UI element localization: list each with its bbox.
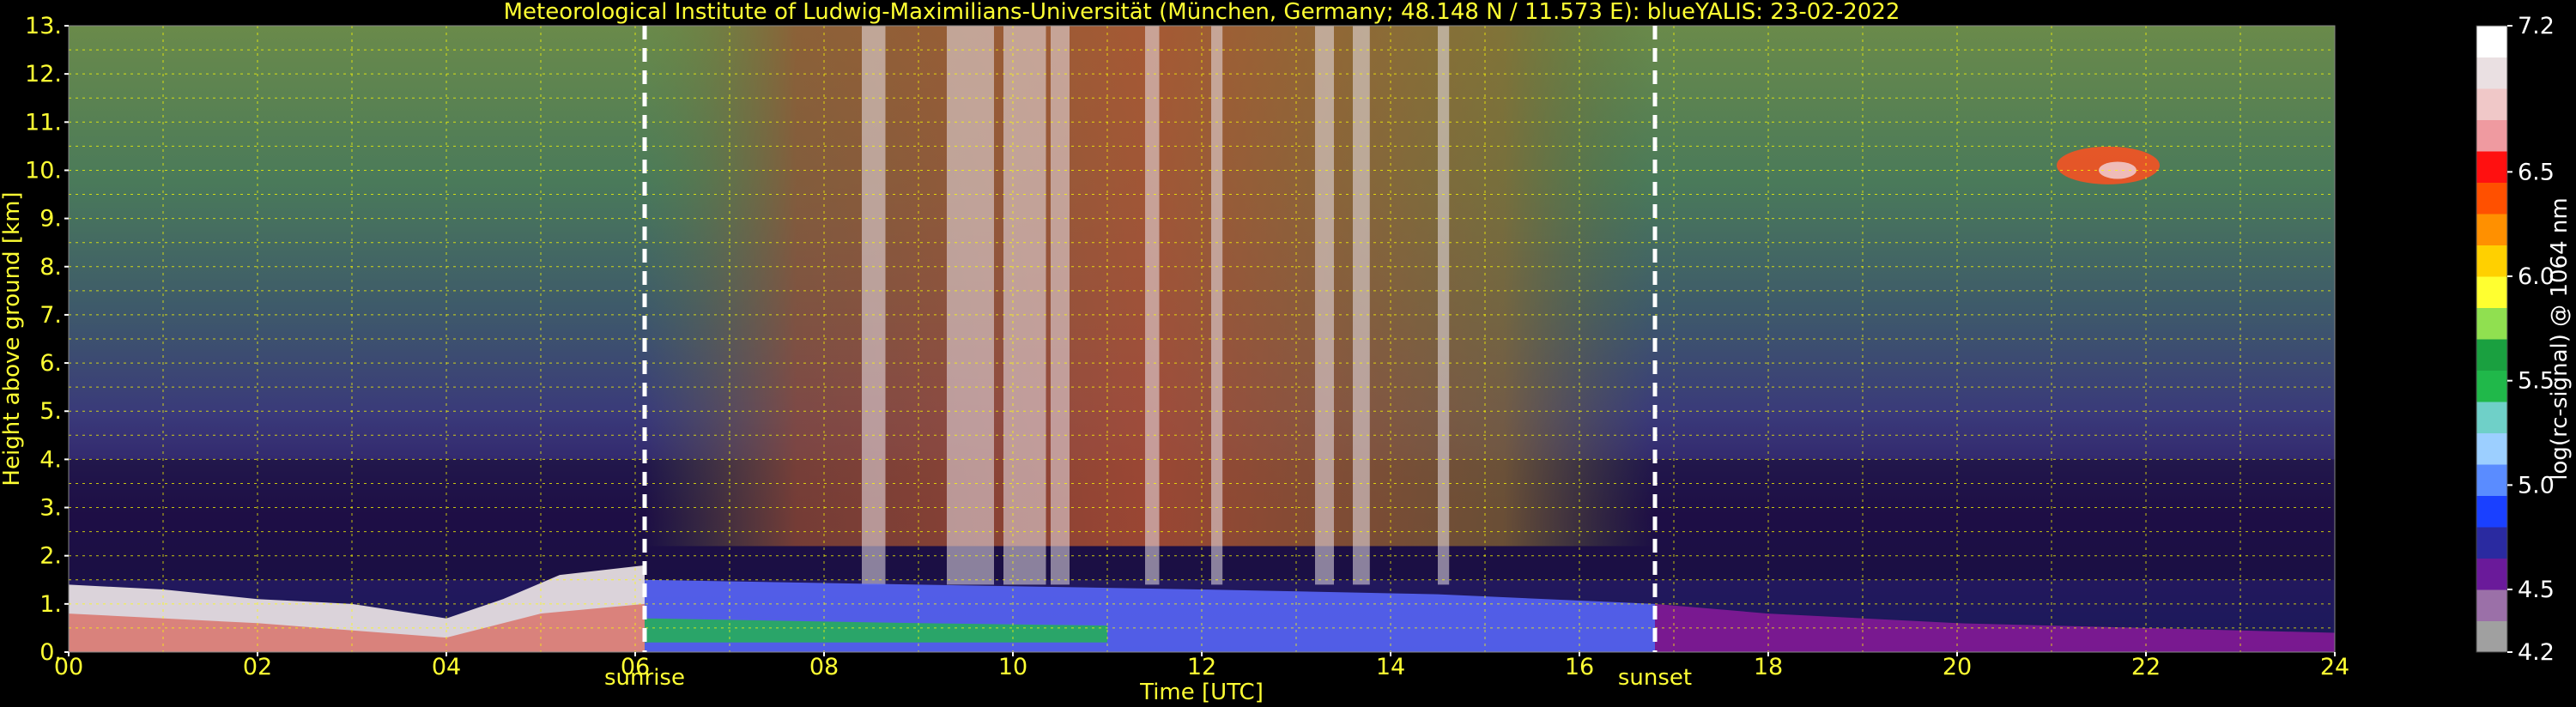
- x-tick-label: 20: [1943, 654, 1972, 680]
- y-tick-label: 3.: [39, 495, 62, 522]
- noise-streak: [1353, 26, 1370, 585]
- x-tick-label: 00: [54, 654, 83, 680]
- colorbar-segment: [2476, 245, 2507, 277]
- noise-streak: [947, 26, 994, 585]
- colorbar-segment: [2476, 527, 2507, 559]
- x-tick-label: 06: [621, 654, 650, 680]
- y-tick-label: 1.: [39, 591, 62, 618]
- colorbar-segment: [2476, 307, 2507, 340]
- colorbar-segment: [2476, 276, 2507, 308]
- y-tick-label: 10.: [25, 157, 62, 184]
- colorbar-tick-label: 6.5: [2518, 159, 2555, 185]
- colorbar-segment: [2476, 558, 2507, 590]
- y-tick-label: 8.: [39, 254, 62, 281]
- y-axis-label: Height above ground [km]: [0, 191, 25, 486]
- colorbar-segment: [2476, 119, 2507, 152]
- y-tick-label: 13.: [25, 13, 62, 39]
- lidar-chart: sunrise sunset 0.1.2.3.4.5.6.7.8.9.10.11.…: [0, 0, 2573, 705]
- noise-streak: [1315, 26, 1334, 585]
- noise-streak: [1003, 26, 1046, 585]
- colorbar-segment: [2476, 370, 2507, 402]
- colorbar-segment: [2476, 495, 2507, 528]
- sunset-label: sunset: [1618, 665, 1692, 691]
- x-tick-label: 08: [809, 654, 839, 680]
- colorbar-label: log(rc-signal) @ 1064 nm: [2547, 197, 2573, 480]
- x-tick-label: 16: [1565, 654, 1594, 680]
- y-tick-label: 2.: [39, 543, 62, 570]
- colorbar-tick-label: 4.5: [2518, 577, 2555, 603]
- colorbar-segment: [2476, 26, 2507, 57]
- colorbar-segment: [2476, 432, 2507, 465]
- colorbar-segment: [2476, 88, 2507, 120]
- colorbar: 4.24.55.05.56.06.57.2: [2476, 13, 2555, 666]
- colorbar-segment: [2476, 620, 2507, 653]
- colorbar-tick-label: 4.2: [2518, 639, 2555, 666]
- y-tick-label: 9.: [39, 206, 62, 233]
- colorbar-segment: [2476, 464, 2507, 496]
- colorbar-tick-label: 7.2: [2518, 13, 2555, 39]
- y-tick-label: 7.: [39, 302, 62, 329]
- colorbar-segment: [2476, 589, 2507, 621]
- x-tick-label: 24: [2320, 654, 2349, 680]
- y-tick-label: 11.: [25, 109, 62, 136]
- noise-streak: [1145, 26, 1160, 585]
- noise-streak: [1438, 26, 1450, 585]
- chart-title: Meteorological Institute of Ludwig-Maxim…: [504, 0, 1900, 25]
- noise-streak: [862, 26, 886, 585]
- noise-streak: [1051, 26, 1070, 585]
- y-tick-label: 5.: [39, 398, 62, 425]
- colorbar-segment: [2476, 151, 2507, 183]
- colorbar-segment: [2476, 214, 2507, 245]
- colorbar-segment: [2476, 339, 2507, 371]
- x-tick-label: 02: [243, 654, 272, 680]
- x-tick-label: 10: [998, 654, 1027, 680]
- y-tick-label: 6.: [39, 350, 62, 377]
- x-tick-label: 12: [1187, 654, 1216, 680]
- x-tick-label: 18: [1754, 654, 1783, 680]
- x-axis-label: Time [UTC]: [1139, 680, 1264, 705]
- noise-streak: [1211, 26, 1223, 585]
- x-tick-label: 22: [2131, 654, 2161, 680]
- x-tick-label: 04: [432, 654, 461, 680]
- colorbar-segment: [2476, 182, 2507, 215]
- y-tick-label: 4.: [39, 446, 62, 473]
- y-tick-label: 12.: [25, 61, 62, 88]
- colorbar-segment: [2476, 402, 2507, 433]
- colorbar-segment: [2476, 57, 2507, 89]
- x-tick-label: 14: [1376, 654, 1405, 680]
